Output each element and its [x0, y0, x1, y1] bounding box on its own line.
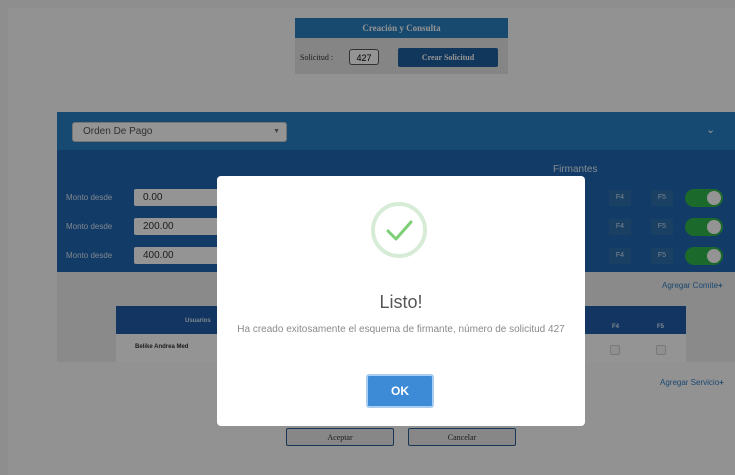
success-check-icon [371, 202, 427, 258]
success-dialog: Listo! Ha creado exitosamente el esquema… [217, 176, 585, 426]
dialog-message: Ha creado exitosamente el esquema de fir… [237, 324, 565, 335]
ok-button[interactable]: OK [366, 374, 434, 408]
dialog-title: Listo! [379, 292, 423, 312]
